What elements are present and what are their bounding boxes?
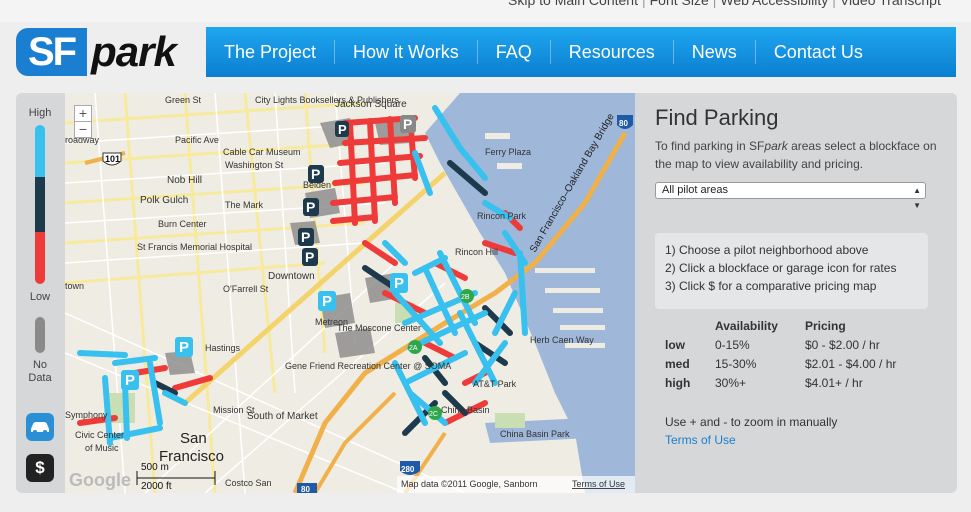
svg-text:Terms of Use: Terms of Use [572, 479, 625, 489]
instructions-box: 1) Choose a pilot neighborhood above 2) … [655, 233, 928, 309]
svg-text:Polk Gulch: Polk Gulch [140, 195, 188, 206]
svg-text:Civic Center: Civic Center [75, 430, 124, 440]
pricing-map-button[interactable]: $ [26, 454, 54, 482]
logo-park: park [91, 28, 177, 75]
svg-text:Pacific Ave: Pacific Ave [175, 135, 219, 145]
svg-text:P: P [403, 116, 412, 132]
svg-text:P: P [394, 275, 404, 292]
svg-text:China Basin Park: China Basin Park [500, 429, 570, 439]
pilot-area-select-value: All pilot areas [662, 184, 729, 196]
zoom-note: Use + and - to zoom in manually [665, 415, 838, 429]
legend-high-bar [35, 125, 45, 177]
svg-text:P: P [125, 372, 135, 389]
svg-text:Gene Friend Recreation Center: Gene Friend Recreation Center @ SOMA [285, 361, 451, 371]
svg-text:Nob Hill: Nob Hill [167, 175, 202, 186]
main-nav: The Project How it Works FAQ Resources N… [206, 27, 956, 77]
svg-text:Belden: Belden [303, 180, 331, 190]
svg-text:The Mark: The Mark [225, 200, 264, 210]
svg-text:P: P [322, 293, 332, 310]
svg-text:2C: 2C [429, 411, 438, 418]
car-view-button[interactable] [26, 413, 54, 441]
svg-text:280: 280 [401, 465, 415, 474]
svg-text:P: P [301, 229, 310, 245]
instruction-step: 2) Click a blockface or garage icon for … [665, 261, 897, 275]
legend-nodata-label-1: No [32, 359, 48, 371]
svg-text:Costco San: Costco San [225, 478, 272, 488]
svg-text:Downtown: Downtown [268, 271, 315, 282]
svg-text:Washington St: Washington St [225, 160, 284, 170]
svg-text:Green St: Green St [165, 95, 202, 105]
svg-text:Rincon Park: Rincon Park [477, 211, 527, 221]
parking-map[interactable]: P P P P P P P P P P 101 80 280 80 2B 2A … [65, 93, 635, 493]
svg-text:Rincon Hill: Rincon Hill [455, 247, 498, 257]
video-transcript-link[interactable]: Video Transcript [840, 0, 941, 8]
nav-resources[interactable]: Resources [551, 40, 674, 64]
instruction-step: 3) Click $ for a comparative pricing map [665, 279, 877, 293]
svg-text:San: San [180, 430, 207, 447]
web-accessibility-link[interactable]: Web Accessibility [720, 0, 828, 8]
svg-text:Google: Google [69, 470, 131, 490]
svg-text:Burn Center: Burn Center [158, 219, 207, 229]
availability-header: Availability [715, 319, 778, 333]
sfpark-logo[interactable]: SF park [16, 27, 191, 77]
logo-sf: SF [16, 28, 88, 76]
svg-text:P: P [179, 339, 189, 356]
utility-links: Skip to Main Content | Font Size | Web Acces… [508, 0, 941, 8]
find-parking-sidebar: Find Parking To find parking in SFpark a… [655, 105, 940, 447]
zoom-out-button[interactable]: − [74, 121, 92, 138]
svg-text:of Music: of Music [85, 443, 119, 453]
svg-text:P: P [305, 249, 314, 265]
legend-low-label: Low [29, 291, 51, 303]
svg-text:P: P [306, 199, 315, 215]
car-icon [31, 422, 49, 434]
nav-news[interactable]: News [674, 40, 756, 64]
find-parking-intro: To find parking in SFpark areas select a… [655, 139, 937, 171]
svg-text:P: P [338, 122, 347, 137]
svg-text:Ferry Plaza: Ferry Plaza [485, 147, 531, 157]
svg-text:St Francis Memorial Hospital: St Francis Memorial Hospital [137, 242, 252, 252]
legend-nodata-label-2: Data [28, 372, 52, 384]
legend-low-bar [35, 232, 45, 284]
find-parking-title: Find Parking [655, 105, 779, 130]
svg-text:500 m: 500 m [141, 462, 169, 473]
legend-mid-bar [35, 177, 45, 232]
svg-text:South of Market: South of Market [247, 411, 318, 422]
svg-text:80: 80 [301, 485, 310, 493]
svg-text:Symphony: Symphony [65, 410, 108, 420]
pricing-header: Pricing [805, 319, 846, 333]
nav-the-project[interactable]: The Project [206, 40, 336, 64]
svg-text:Hastings: Hastings [205, 343, 241, 353]
instruction-step: 1) Choose a pilot neighborhood above [665, 243, 869, 257]
zoom-in-button[interactable]: + [74, 105, 92, 122]
svg-text:101: 101 [105, 154, 120, 164]
select-arrows-icon: ▲ ▼ [913, 186, 921, 210]
skip-to-content-link[interactable]: Skip to Main Content [508, 0, 638, 8]
svg-text:China Basin: China Basin [441, 405, 490, 415]
nav-how-it-works[interactable]: How it Works [335, 40, 478, 64]
availability-legend: High Low No Data $ [16, 93, 64, 493]
svg-text:2B: 2B [461, 294, 470, 301]
svg-text:Cable Car Museum: Cable Car Museum [223, 147, 301, 157]
map-canvas[interactable]: P P P P P P P P P P 101 80 280 80 2B 2A … [65, 93, 635, 493]
svg-text:2A: 2A [409, 345, 418, 352]
svg-text:City Lights Booksellers & Publ: City Lights Booksellers & Publishers [255, 95, 400, 105]
svg-text:2000 ft: 2000 ft [141, 481, 172, 492]
terms-of-use-link[interactable]: Terms of Use [665, 433, 736, 447]
legend-high-label: High [28, 107, 52, 119]
legend-nodata-bar [35, 317, 45, 353]
svg-text:Map data ©2011 Google, Sanborn: Map data ©2011 Google, Sanborn [401, 479, 538, 489]
svg-text:AT&T Park: AT&T Park [473, 379, 517, 389]
nav-contact-us[interactable]: Contact Us [756, 40, 881, 64]
svg-text:O'Farrell St: O'Farrell St [223, 284, 269, 294]
nav-faq[interactable]: FAQ [478, 40, 551, 64]
svg-text:town: town [65, 281, 84, 291]
svg-text:80: 80 [619, 119, 628, 128]
pilot-area-select[interactable]: All pilot areas ▲ ▼ [655, 182, 926, 210]
svg-text:The Moscone Center: The Moscone Center [337, 323, 421, 333]
font-size-link[interactable]: Font Size [650, 0, 709, 8]
svg-text:Herb Caen Way: Herb Caen Way [530, 335, 594, 345]
